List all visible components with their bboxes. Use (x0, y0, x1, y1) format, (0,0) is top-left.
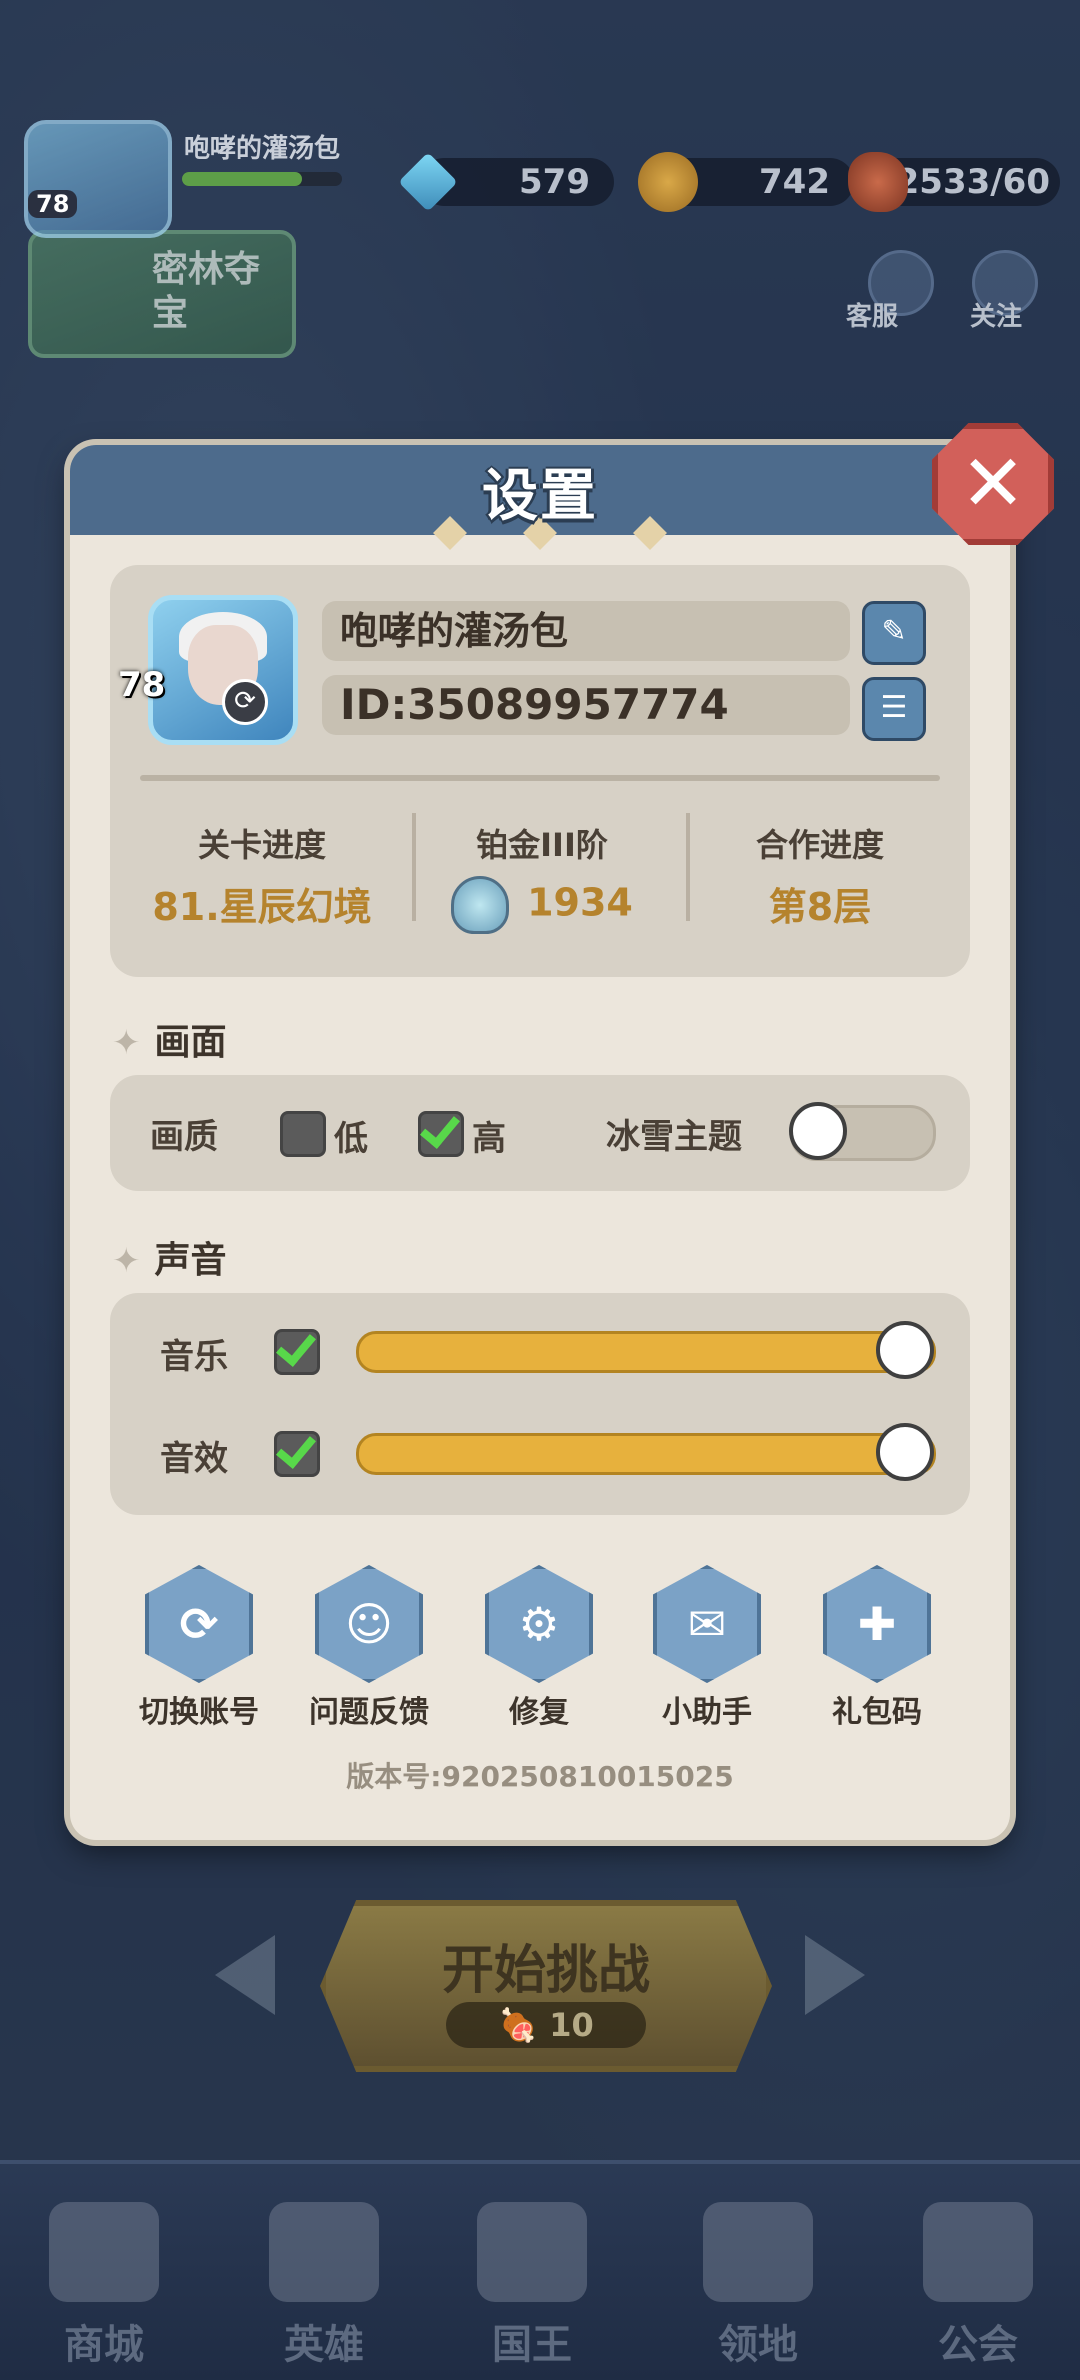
next-arrow-icon[interactable] (805, 1935, 865, 2015)
shop-icon (49, 2202, 159, 2302)
quality-low-label: 低 (334, 1119, 368, 1159)
nav-shop[interactable]: 商城 (4, 2202, 204, 2370)
quality-high-checkbox[interactable] (418, 1111, 464, 1157)
stage-progress: 关卡进度 81.星辰幻境 (152, 826, 372, 929)
nav-territory[interactable]: 领地 (658, 2202, 858, 2370)
switch-account-button[interactable]: ⟳ 切换账号 (114, 1565, 284, 1731)
top-hud: 78 咆哮的灌汤包 579 742 2533/60 (0, 110, 1080, 238)
platinum-rank-icon (451, 876, 510, 934)
display-heading: ✦ 画面 (112, 1022, 227, 1063)
dialog-title: 设置 (482, 464, 598, 529)
chat-bubble-icon: ✉ (687, 1597, 727, 1651)
quality-label: 画质 (150, 1117, 218, 1157)
meat-icon (848, 152, 908, 212)
assistant-button[interactable]: ✉ 小助手 (622, 1565, 792, 1731)
sfx-label: 音效 (160, 1439, 228, 1479)
quality-high-label: 高 (472, 1119, 506, 1159)
start-challenge-button[interactable]: 开始挑战 🍖 10 (320, 1900, 772, 2072)
repair-button[interactable]: ⚙ 修复 (454, 1565, 624, 1731)
swap-avatar-icon[interactable]: ⟳ (222, 679, 268, 725)
coin-counter[interactable]: 742 (638, 152, 854, 212)
pencil-icon: ✎ (881, 614, 907, 649)
hud-avatar[interactable] (24, 120, 172, 238)
player-name-field: 咆哮的灌汤包 (322, 601, 850, 661)
sound-heading: ✦ 声音 (112, 1240, 227, 1281)
event-banner[interactable]: 密林夺宝 (28, 230, 296, 358)
sfx-volume-handle[interactable] (876, 1423, 934, 1481)
music-volume-slider[interactable] (356, 1331, 936, 1373)
nav-king[interactable]: 国王 (432, 2202, 632, 2370)
display-panel: 画质 低 高 冰雪主题 (110, 1075, 970, 1191)
music-volume-handle[interactable] (876, 1321, 934, 1379)
close-icon: ✕ (960, 439, 1026, 529)
settings-dialog: 设置 ✕ 78 ⟳ 咆哮的灌汤包 ✎ ID:35089957774 ☰ 关卡进度… (70, 423, 1054, 1840)
snow-theme-label: 冰雪主题 (606, 1117, 742, 1157)
nav-heroes[interactable]: 英雄 (224, 2202, 424, 2370)
stamina-count: 2533/60 (895, 162, 1050, 202)
event-label: 密林夺宝 (152, 249, 261, 334)
gift-icon: ✚ (857, 1597, 897, 1651)
sound-panel: 音乐 音效 (110, 1293, 970, 1515)
stamina-counter[interactable]: 2533/60 (848, 152, 1060, 212)
profile-avatar[interactable] (148, 595, 298, 745)
coin-count: 742 (759, 162, 830, 202)
crown-icon (477, 2202, 587, 2302)
coin-icon (638, 152, 698, 212)
gift-code-button[interactable]: ✚ 礼包码 (792, 1565, 962, 1731)
hud-xp-bar (182, 172, 342, 186)
hud-player-name: 咆哮的灌汤包 (184, 134, 341, 164)
edit-name-button[interactable]: ✎ (862, 601, 926, 665)
helmet-icon (269, 2202, 379, 2302)
feedback-icon: ☺ (345, 1597, 393, 1651)
coop-progress: 合作进度 第8层 (755, 826, 884, 929)
customer-service-label: 客服 (846, 302, 899, 332)
copy-icon: ☰ (880, 690, 908, 725)
version-number: 版本号:920250810015025 (346, 1760, 734, 1793)
rank-info[interactable]: 铂金III阶 1934 (402, 820, 682, 934)
sparkle-icon: ✦ (112, 1023, 141, 1063)
snow-theme-toggle[interactable] (789, 1102, 936, 1161)
quality-low-checkbox[interactable] (280, 1111, 326, 1157)
start-cost: 🍖 10 (446, 2002, 646, 2048)
gem-icon (398, 152, 458, 212)
castle-icon (703, 2202, 813, 2302)
player-id-field: ID:35089957774 (322, 675, 850, 735)
profile-card: 78 ⟳ 咆哮的灌汤包 ✎ ID:35089957774 ☰ 关卡进度 81.星… (110, 565, 970, 977)
copy-id-button[interactable]: ☰ (862, 677, 926, 741)
sfx-checkbox[interactable] (274, 1431, 320, 1477)
start-challenge-label: 开始挑战 (441, 1941, 650, 2001)
gear-wrench-icon: ⚙ (518, 1597, 560, 1651)
nav-guild[interactable]: 公会 (878, 2202, 1078, 2370)
profile-level: 78 (118, 665, 166, 705)
divider (140, 775, 940, 781)
feedback-button[interactable]: ☺ 问题反馈 (284, 1565, 454, 1731)
sfx-volume-slider[interactable] (356, 1433, 936, 1475)
prev-arrow-icon[interactable] (215, 1935, 275, 2015)
refresh-icon: ⟳ (179, 1597, 219, 1651)
sparkle-icon: ✦ (112, 1241, 141, 1281)
hud-level: 78 (28, 190, 78, 218)
music-checkbox[interactable] (274, 1329, 320, 1375)
follow-label: 关注 (970, 302, 1023, 332)
gem-counter[interactable]: 579 (398, 152, 614, 212)
gem-count: 579 (519, 162, 590, 202)
music-label: 音乐 (160, 1337, 228, 1377)
planet-icon (923, 2202, 1033, 2302)
bottom-nav: 商城 英雄 国王 领地 公会 (0, 2160, 1080, 2380)
